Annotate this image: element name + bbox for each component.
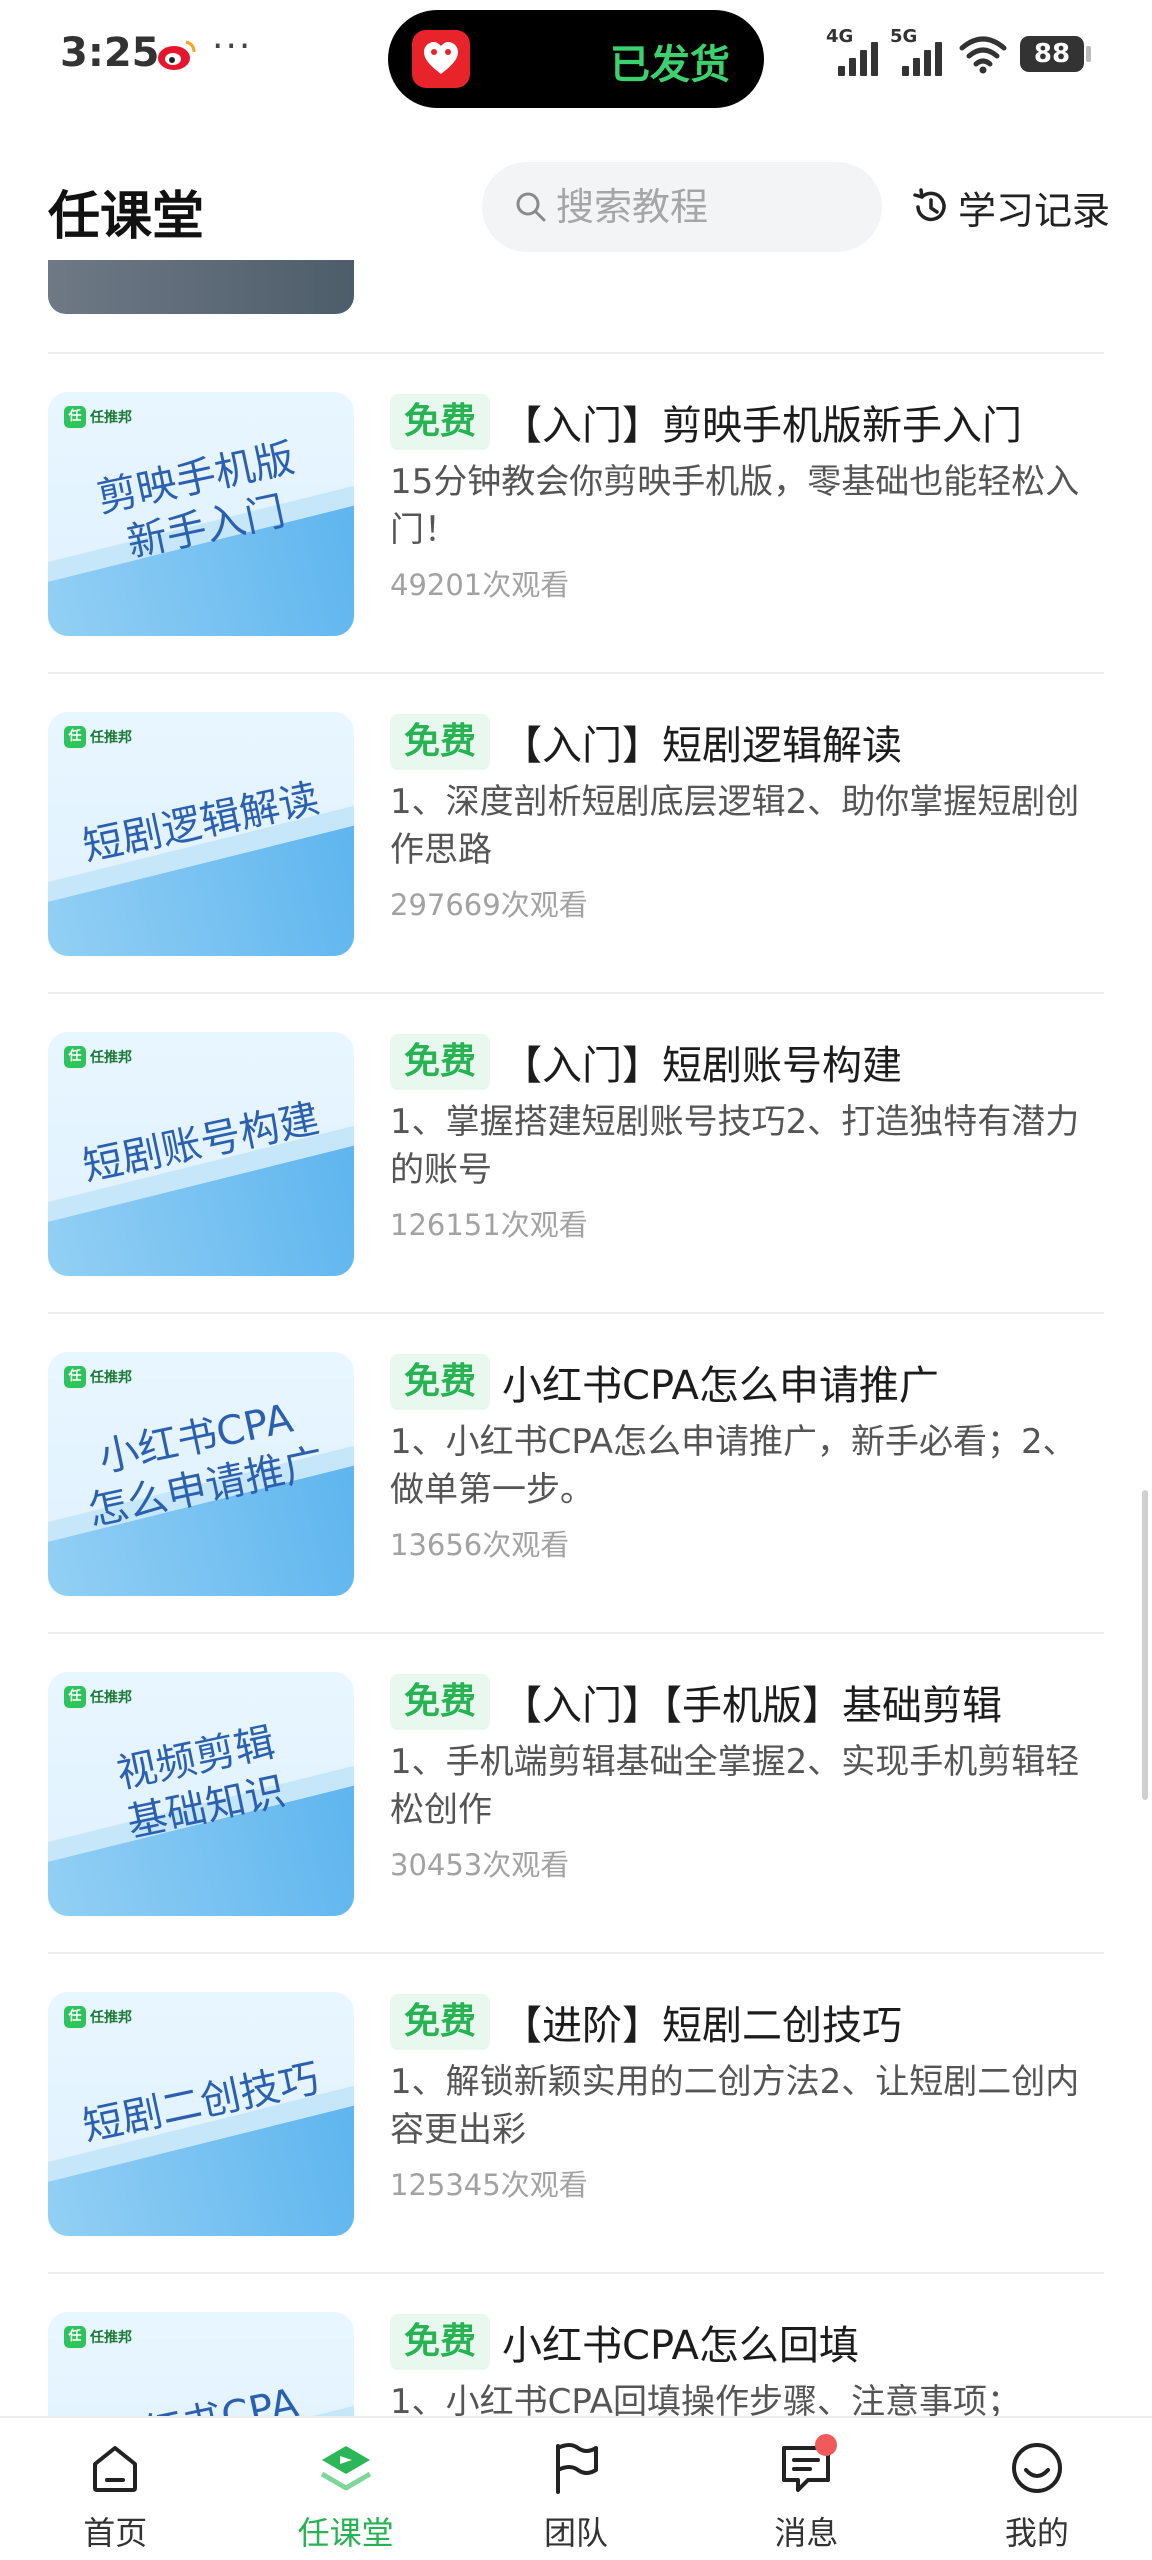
course-description: 1、掌握搭建短剧账号技巧2、打造独特有潜力的账号	[390, 1102, 1080, 1190]
nav-mine[interactable]: 我的	[922, 2418, 1152, 2560]
nav-home-label: 首页	[83, 2514, 148, 2552]
search-icon	[516, 192, 546, 222]
scrollbar[interactable]	[1142, 1490, 1148, 1800]
nav-classroom[interactable]: 任课堂	[230, 2418, 460, 2560]
thumbnail-logo: 任任推邦	[64, 1046, 132, 1068]
nav-classroom-label: 任课堂	[297, 2514, 394, 2552]
shopping-app-icon	[412, 30, 470, 88]
course-description: 1、解锁新颖实用的二创方法2、让短剧二创内容更出彩	[390, 2062, 1080, 2150]
free-badge: 免费	[390, 714, 491, 770]
course-description: 1、深度剖析短剧底层逻辑2、助你掌握短剧创作思路	[390, 782, 1080, 870]
view-count: 30453次观看	[390, 1848, 570, 1882]
free-badge: 免费	[390, 1354, 491, 1410]
island-status-text: 已发货	[610, 42, 730, 88]
course-item[interactable]: 任任推邦 视频剪辑 基础知识 免费 【入门】【手机版】基础剪辑 1、手机端剪辑基础…	[48, 1672, 1104, 1916]
history-label: 学习记录	[958, 188, 1111, 233]
wifi-icon	[959, 36, 1007, 74]
view-count: 125345次观看	[390, 2168, 588, 2202]
search-bar[interactable]	[482, 162, 882, 252]
course-thumbnail[interactable]: 任任推邦 小红书CPA 怎么申请推广	[48, 1352, 354, 1596]
battery-tip	[1086, 46, 1091, 62]
course-item[interactable]: 任任推邦 剪映手机版 新手入门 免费 【入门】剪映手机版新手入门 15分钟教会你剪…	[48, 392, 1104, 636]
nav-home[interactable]: 首页	[0, 2418, 230, 2560]
divider	[48, 1312, 1104, 1314]
course-thumbnail[interactable]: 任任推邦 剪映手机版 新手入门	[48, 392, 354, 636]
battery-indicator: 88	[1020, 36, 1084, 72]
stack-icon	[320, 2446, 371, 2491]
nav-team-label: 团队	[544, 2514, 609, 2552]
free-badge: 免费	[390, 2314, 491, 2370]
course-thumbnail[interactable]: 任任推邦 小红书CPA	[48, 2312, 354, 2420]
divider	[48, 992, 1104, 994]
home-icon	[93, 2446, 138, 2492]
course-list[interactable]: 任任推邦 剪映手机版 新手入门 免费 【入门】剪映手机版新手入门 15分钟教会你剪…	[0, 260, 1152, 2420]
study-history-button[interactable]: 学习记录	[910, 182, 1111, 233]
course-description: 1、手机端剪辑基础全掌握2、实现手机剪辑轻松创作	[390, 1742, 1080, 1830]
free-badge: 免费	[390, 1994, 491, 2050]
view-count: 49201次观看	[390, 568, 570, 602]
free-badge: 免费	[390, 1034, 491, 1090]
divider	[48, 672, 1104, 674]
view-count: 297669次观看	[390, 888, 588, 922]
course-thumbnail[interactable]: 任任推邦 短剧逻辑解读	[48, 712, 354, 956]
course-item[interactable]: 任任推邦 小红书CPA 免费小红书CPA怎么回填 1、小红书CPA回填操作步骤、…	[48, 2312, 1104, 2420]
thumbnail-logo: 任任推邦	[64, 726, 132, 748]
nav-messages[interactable]: 消息	[691, 2418, 921, 2560]
more-dots: ···	[212, 26, 253, 67]
thumbnail-logo: 任任推邦	[64, 2006, 132, 2028]
thumbnail-logo: 任任推邦	[64, 406, 132, 428]
course-title[interactable]: 【进阶】短剧二创技巧	[502, 1993, 902, 2051]
course-title[interactable]: 【入门】剪映手机版新手入门	[502, 393, 1022, 451]
course-item[interactable]: 任任推邦 短剧账号构建 免费 【入门】短剧账号构建 1、掌握搭建短剧账号技巧2、打…	[48, 1032, 1104, 1276]
view-count: 126151次观看	[390, 1208, 588, 1242]
nav-mine-label: 我的	[1004, 2514, 1069, 2552]
course-title[interactable]: 小红书CPA怎么申请推广	[502, 1353, 939, 1411]
course-item[interactable]: 任任推邦 小红书CPA 怎么申请推广 免费 小红书CPA怎么申请推广 1、小红书C…	[48, 1352, 1104, 1596]
course-title[interactable]: 【入门】【手机版】基础剪辑	[502, 1673, 1002, 1731]
course-description: 15分钟教会你剪映手机版，零基础也能轻松入门！	[390, 462, 1080, 550]
divider	[48, 2272, 1104, 2274]
course-title[interactable]: 小红书CPA怎么回填	[502, 2313, 859, 2371]
nav-messages-label: 消息	[774, 2514, 839, 2552]
course-description: 1、小红书CPA回填操作步骤、注意事项；	[390, 2382, 1021, 2420]
bottom-nav: 首页 任课堂 团队 消息 我的	[0, 2416, 1152, 2560]
course-thumbnail[interactable]: 任任推邦 视频剪辑 基础知识	[48, 1672, 354, 1916]
free-badge: 免费	[390, 394, 491, 450]
course-thumbnail[interactable]: 任任推邦 短剧账号构建	[48, 1032, 354, 1276]
view-count: 13656次观看	[390, 1528, 570, 1562]
thumbnail-logo: 任任推邦	[64, 2326, 132, 2348]
divider	[48, 1952, 1104, 1954]
divider	[48, 352, 1104, 354]
smile-icon	[1011, 2443, 1062, 2493]
nav-team[interactable]: 团队	[461, 2418, 691, 2560]
page-title: 任课堂	[48, 187, 205, 247]
course-description: 1、小红书CPA怎么申请推广，新手必看；2、做单第一步。	[390, 1422, 1077, 1510]
course-item[interactable]: 任任推邦 短剧二创技巧 免费 【进阶】短剧二创技巧 1、解锁新颖实用的二创方法2、…	[48, 1992, 1104, 2236]
thumbnail-logo: 任任推邦	[64, 1366, 132, 1388]
history-icon	[913, 188, 946, 222]
course-title[interactable]: 【入门】短剧逻辑解读	[502, 713, 902, 771]
course-item[interactable]: 任任推邦 短剧逻辑解读 免费 【入门】短剧逻辑解读 1、深度剖析短剧底层逻辑2、助…	[48, 712, 1104, 956]
weibo-icon	[158, 40, 196, 70]
status-time: 3:25	[60, 30, 160, 76]
search-input[interactable]	[556, 162, 856, 252]
free-badge: 免费	[390, 1674, 491, 1730]
course-thumbnail-partial[interactable]	[48, 260, 354, 314]
flag-icon	[556, 2443, 599, 2494]
divider	[48, 1632, 1104, 1634]
status-bar: 3:25 ··· 已发货 4G 5G 88	[0, 0, 1152, 110]
dynamic-island[interactable]: 已发货	[388, 10, 764, 108]
course-thumbnail[interactable]: 任任推邦 短剧二创技巧	[48, 1992, 354, 2236]
page-header: 任课堂 学习记录	[0, 110, 1152, 260]
thumbnail-logo: 任任推邦	[64, 1686, 132, 1708]
course-title[interactable]: 【入门】短剧账号构建	[502, 1033, 902, 1091]
